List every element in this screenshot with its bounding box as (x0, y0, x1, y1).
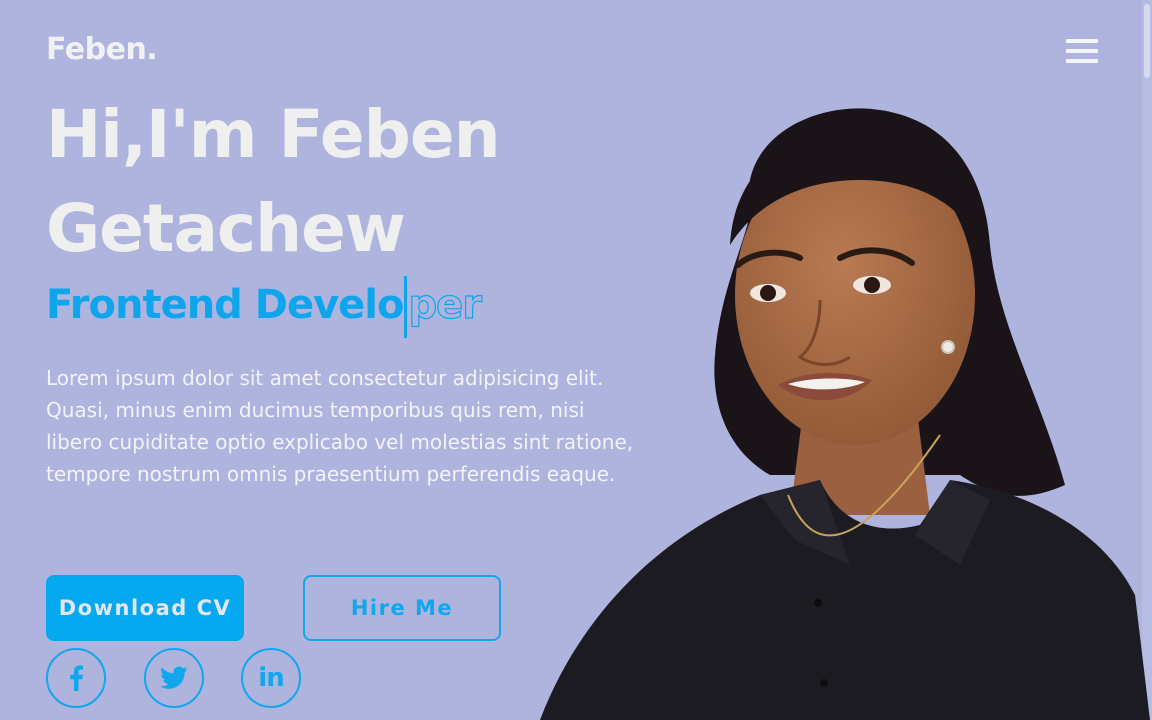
menu-line (1066, 49, 1098, 53)
menu-line (1066, 59, 1098, 63)
shirt-button (820, 679, 828, 687)
scrollbar-thumb[interactable] (1144, 4, 1150, 78)
hamburger-menu-icon[interactable] (1064, 38, 1100, 66)
role-outline-text: per (408, 281, 483, 328)
earring (941, 340, 955, 354)
linkedin-icon[interactable]: in (241, 648, 301, 708)
shirt-button (814, 599, 822, 607)
facebook-icon[interactable] (46, 648, 106, 708)
hire-me-button[interactable]: Hire Me (303, 575, 501, 641)
role-typed-text: Frontend Develo (46, 282, 404, 328)
right-iris (864, 277, 880, 293)
twitter-icon[interactable] (144, 648, 204, 708)
role-typewriter: Frontend Develo per (46, 276, 483, 338)
shirt-shape (540, 480, 1150, 720)
hero-page: Feben. Hi,I'm Feben Getachew Frontend De… (0, 0, 1152, 720)
menu-line (1066, 39, 1098, 43)
linkedin-glyph: in (258, 663, 284, 693)
download-cv-button[interactable]: Download CV (46, 575, 244, 641)
facebook-glyph (70, 665, 83, 691)
site-logo[interactable]: Feben. (46, 32, 158, 67)
profile-photo (540, 108, 1150, 720)
left-iris (760, 285, 776, 301)
twitter-glyph (160, 666, 188, 689)
